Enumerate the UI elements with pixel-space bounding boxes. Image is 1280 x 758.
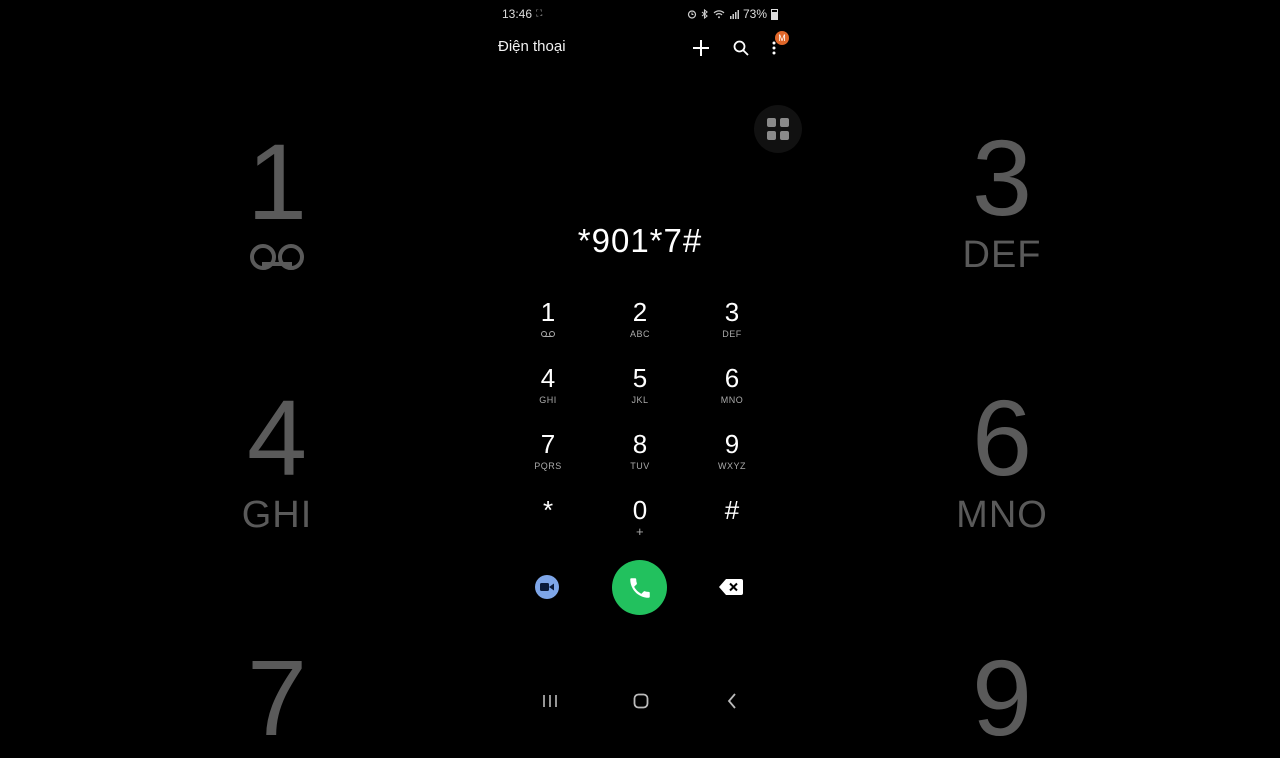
video-camera-icon xyxy=(540,583,554,591)
battery-icon xyxy=(771,8,778,20)
recents-icon xyxy=(543,695,557,707)
nav-back-button[interactable] xyxy=(720,690,744,712)
system-nav-bar xyxy=(488,690,792,712)
status-time: 13:46 xyxy=(502,7,533,21)
key-8[interactable]: 8 TUV xyxy=(594,428,686,494)
key-letters: DEF xyxy=(722,329,742,339)
key-digit: 5 xyxy=(632,363,648,393)
voicemail-icon xyxy=(250,244,304,270)
bluetooth-icon xyxy=(701,9,708,19)
wifi-icon xyxy=(713,10,725,19)
key-5[interactable]: 5 JKL xyxy=(594,362,686,428)
page-title: Điện thoại xyxy=(498,38,566,55)
dialpad: 1 2 ABC 3 DEF 4 GHI 5 JKL 6 MNO 7 PQRS 8 xyxy=(502,296,778,560)
home-button[interactable] xyxy=(629,690,653,712)
notification-badge: M xyxy=(775,31,789,45)
bg-digit: 1 xyxy=(246,121,308,242)
key-2[interactable]: 2 ABC xyxy=(594,296,686,362)
backspace-icon xyxy=(719,579,743,595)
key-star[interactable]: * xyxy=(502,494,594,560)
key-9[interactable]: 9 WXYZ xyxy=(686,428,778,494)
key-letters xyxy=(502,526,594,538)
key-digit: 4 xyxy=(540,363,556,393)
add-contact-button[interactable] xyxy=(689,36,713,60)
key-letters: JKL xyxy=(631,395,649,405)
key-7[interactable]: 7 PQRS xyxy=(502,428,594,494)
key-digit: 2 xyxy=(632,297,648,327)
status-bar: 13:46 ⛶ 73% xyxy=(488,7,792,23)
key-6[interactable]: 6 MNO xyxy=(686,362,778,428)
alarm-icon xyxy=(687,10,697,19)
voicemail-icon xyxy=(502,328,594,340)
bg-letters: MNO xyxy=(956,494,1048,536)
key-1[interactable]: 1 xyxy=(502,296,594,362)
plus-icon xyxy=(693,40,709,56)
bg-key-6: 6 MNO xyxy=(932,384,1072,537)
bg-digit: 6 xyxy=(971,377,1033,498)
battery-percent: 73% xyxy=(742,7,767,21)
status-icons: 73% xyxy=(687,7,778,21)
bg-letters: GHI xyxy=(241,494,313,536)
key-digit: 8 xyxy=(632,429,648,459)
phone-icon xyxy=(629,577,650,598)
bg-digit: 9 xyxy=(971,637,1033,758)
key-digit: 1 xyxy=(540,297,556,327)
signal-icon xyxy=(729,10,739,19)
key-letters xyxy=(686,526,778,538)
phone-screen: 13:46 ⛶ 73% Điện thoại M *901*7# 1 2 ABC… xyxy=(488,0,802,720)
bg-digit: 4 xyxy=(246,377,308,498)
key-letters: ABC xyxy=(629,329,650,339)
bg-digit: 3 xyxy=(971,117,1033,238)
bg-key-1: 1 xyxy=(207,128,347,271)
search-icon xyxy=(733,40,749,56)
key-3[interactable]: 3 DEF xyxy=(686,296,778,362)
key-digit: # xyxy=(724,495,740,525)
key-letters: GHI xyxy=(539,395,557,405)
key-letters: TUV xyxy=(630,461,650,471)
dialed-number: *901*7# xyxy=(577,222,703,259)
key-letters: MNO xyxy=(720,395,744,405)
search-button[interactable] xyxy=(729,36,753,60)
recents-button[interactable] xyxy=(538,690,562,712)
key-digit: * xyxy=(542,495,554,525)
key-letters: + xyxy=(635,524,645,539)
key-0[interactable]: 0 + xyxy=(594,494,686,560)
backspace-button[interactable] xyxy=(718,578,744,596)
more-vert-icon xyxy=(772,41,776,55)
key-letters: WXYZ xyxy=(718,461,746,471)
keypad-grid-button[interactable] xyxy=(754,105,802,153)
bg-key-9: 9 xyxy=(932,644,1072,752)
call-button[interactable] xyxy=(612,560,667,615)
app-bar: Điện thoại xyxy=(488,36,792,60)
bg-key-3: 3 DEF xyxy=(932,124,1072,277)
key-digit: 0 xyxy=(632,495,648,525)
home-icon xyxy=(633,693,649,709)
key-digit: 7 xyxy=(540,429,556,459)
key-digit: 3 xyxy=(724,297,740,327)
key-digit: 6 xyxy=(724,363,740,393)
key-letters: PQRS xyxy=(534,461,562,471)
screen-record-icon: ⛶ xyxy=(536,8,543,18)
key-4[interactable]: 4 GHI xyxy=(502,362,594,428)
key-hash[interactable]: # xyxy=(686,494,778,560)
key-digit: 9 xyxy=(724,429,740,459)
grid-icon xyxy=(767,118,789,140)
back-chevron-icon xyxy=(727,693,736,709)
bg-digit: 7 xyxy=(246,637,308,758)
video-call-button[interactable] xyxy=(535,575,559,599)
bg-key-7: 7 xyxy=(207,644,347,752)
bg-letters: DEF xyxy=(962,234,1042,276)
bg-key-4: 4 GHI xyxy=(207,384,347,537)
